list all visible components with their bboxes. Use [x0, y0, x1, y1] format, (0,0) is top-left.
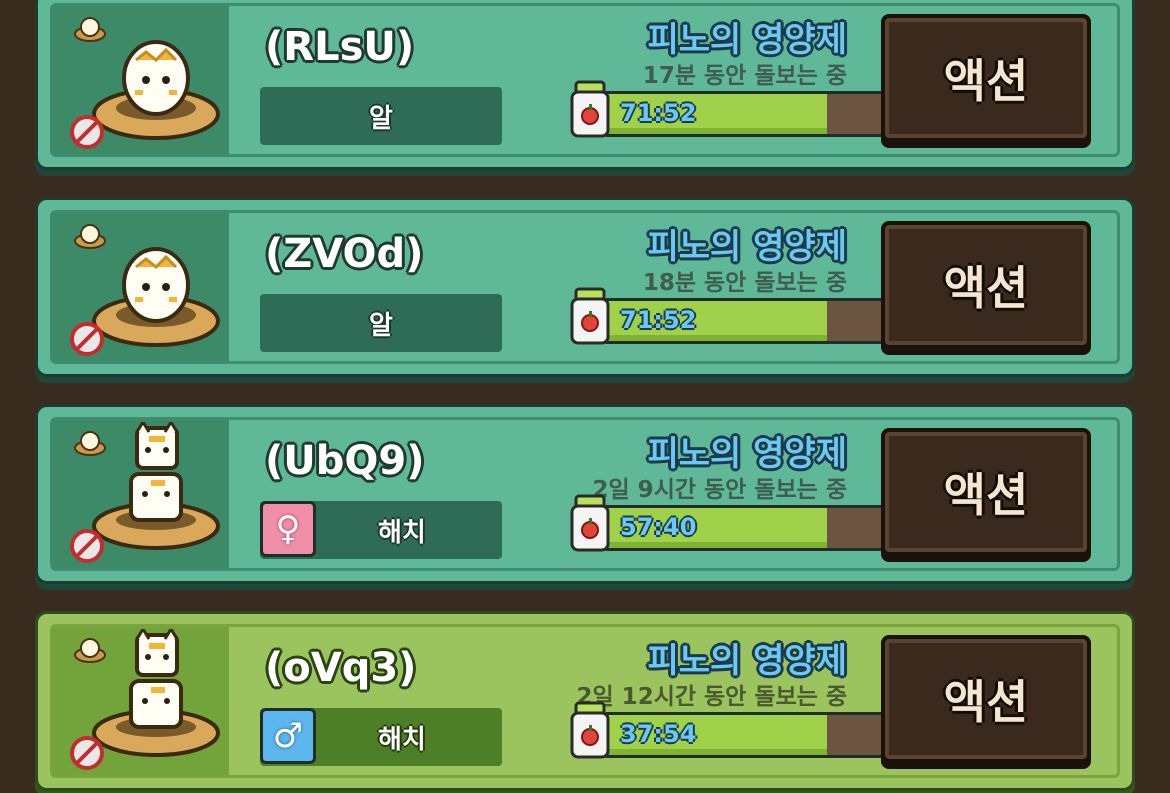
nutrient-jar-icon [570, 80, 610, 138]
male-gender-icon: ♂ [260, 708, 316, 764]
care-duration: 2일 12시간 동안 돌보는 중 [576, 684, 847, 710]
care-duration: 2일 9시간 동안 돌보는 중 [592, 477, 847, 503]
pet-portrait [53, 6, 229, 154]
pet-portrait [53, 420, 229, 568]
pet-card-2[interactable]: (UbQ9) ♀ 해치 피노의 영양제 2일 9시간 동안 돌보는 중 57:4… [35, 404, 1135, 584]
action-button[interactable]: 액션 [881, 428, 1091, 556]
timer-text: 37:54 [620, 720, 697, 748]
no-feed-badge-icon [70, 529, 104, 563]
no-feed-badge-icon [70, 115, 104, 149]
action-button[interactable]: 액션 [881, 14, 1091, 142]
no-feed-badge-icon [70, 322, 104, 356]
female-gender-icon: ♀ [260, 501, 316, 557]
care-duration: 18분 동안 돌보는 중 [642, 270, 847, 296]
nutrient-jar-icon [570, 287, 610, 345]
nutrient-timer-bar: 57:40 [603, 505, 885, 551]
pet-portrait [53, 213, 229, 361]
growth-stage-label: 해치 [378, 724, 426, 755]
nutrient-timer-bar: 37:54 [603, 712, 885, 758]
item-name: 피노의 영양제 [647, 434, 847, 474]
no-feed-badge-icon [70, 736, 104, 770]
item-name: 피노의 영양제 [647, 20, 847, 60]
growth-stage-label: 해치 [378, 517, 426, 548]
egg-in-nest-icon [92, 247, 220, 347]
growth-stage: 알 [260, 87, 502, 145]
card-inner: (RLsU) 알 피노의 영양제 17분 동안 돌보는 중 71:52 액션 [50, 3, 1120, 157]
timer-track: 71:52 [606, 301, 882, 341]
timer-text: 57:40 [620, 513, 697, 541]
growth-stage: 알 [260, 294, 502, 352]
pet-portrait [53, 627, 229, 775]
action-button[interactable]: 액션 [881, 221, 1091, 349]
card-inner: (ZVOd) 알 피노의 영양제 18분 동안 돌보는 중 71:52 액션 [50, 210, 1120, 364]
nutrient-jar-icon [570, 701, 610, 759]
pet-name: (RLsU) [265, 24, 415, 70]
pet-card-1[interactable]: (ZVOd) 알 피노의 영양제 18분 동안 돌보는 중 71:52 액션 [35, 197, 1135, 377]
pet-name: (oVq3) [265, 645, 417, 691]
care-duration: 17분 동안 돌보는 중 [642, 63, 847, 89]
timer-track: 57:40 [606, 508, 882, 548]
timer-text: 71:52 [620, 306, 697, 334]
egg-in-nest-icon [92, 40, 220, 140]
timer-text: 71:52 [620, 99, 697, 127]
card-inner: (UbQ9) ♀ 해치 피노의 영양제 2일 9시간 동안 돌보는 중 57:4… [50, 417, 1120, 571]
cats-in-nest-icon [92, 422, 220, 550]
growth-stage: ♂ 해치 [260, 708, 502, 766]
item-name: 피노의 영양제 [647, 641, 847, 681]
cats-in-nest-icon [92, 629, 220, 757]
timer-track: 71:52 [606, 94, 882, 134]
growth-stage: ♀ 해치 [260, 501, 502, 559]
pet-card-3[interactable]: (oVq3) ♂ 해치 피노의 영양제 2일 12시간 동안 돌보는 중 37:… [35, 611, 1135, 791]
item-name: 피노의 영양제 [647, 227, 847, 267]
pet-name: (UbQ9) [265, 438, 425, 484]
nutrient-jar-icon [570, 494, 610, 552]
nutrient-timer-bar: 71:52 [603, 91, 885, 137]
card-inner: (oVq3) ♂ 해치 피노의 영양제 2일 12시간 동안 돌보는 중 37:… [50, 624, 1120, 778]
timer-track: 37:54 [606, 715, 882, 755]
action-button[interactable]: 액션 [881, 635, 1091, 763]
pet-card-0[interactable]: (RLsU) 알 피노의 영양제 17분 동안 돌보는 중 71:52 액션 [35, 0, 1135, 170]
pet-name: (ZVOd) [265, 231, 424, 277]
nutrient-timer-bar: 71:52 [603, 298, 885, 344]
